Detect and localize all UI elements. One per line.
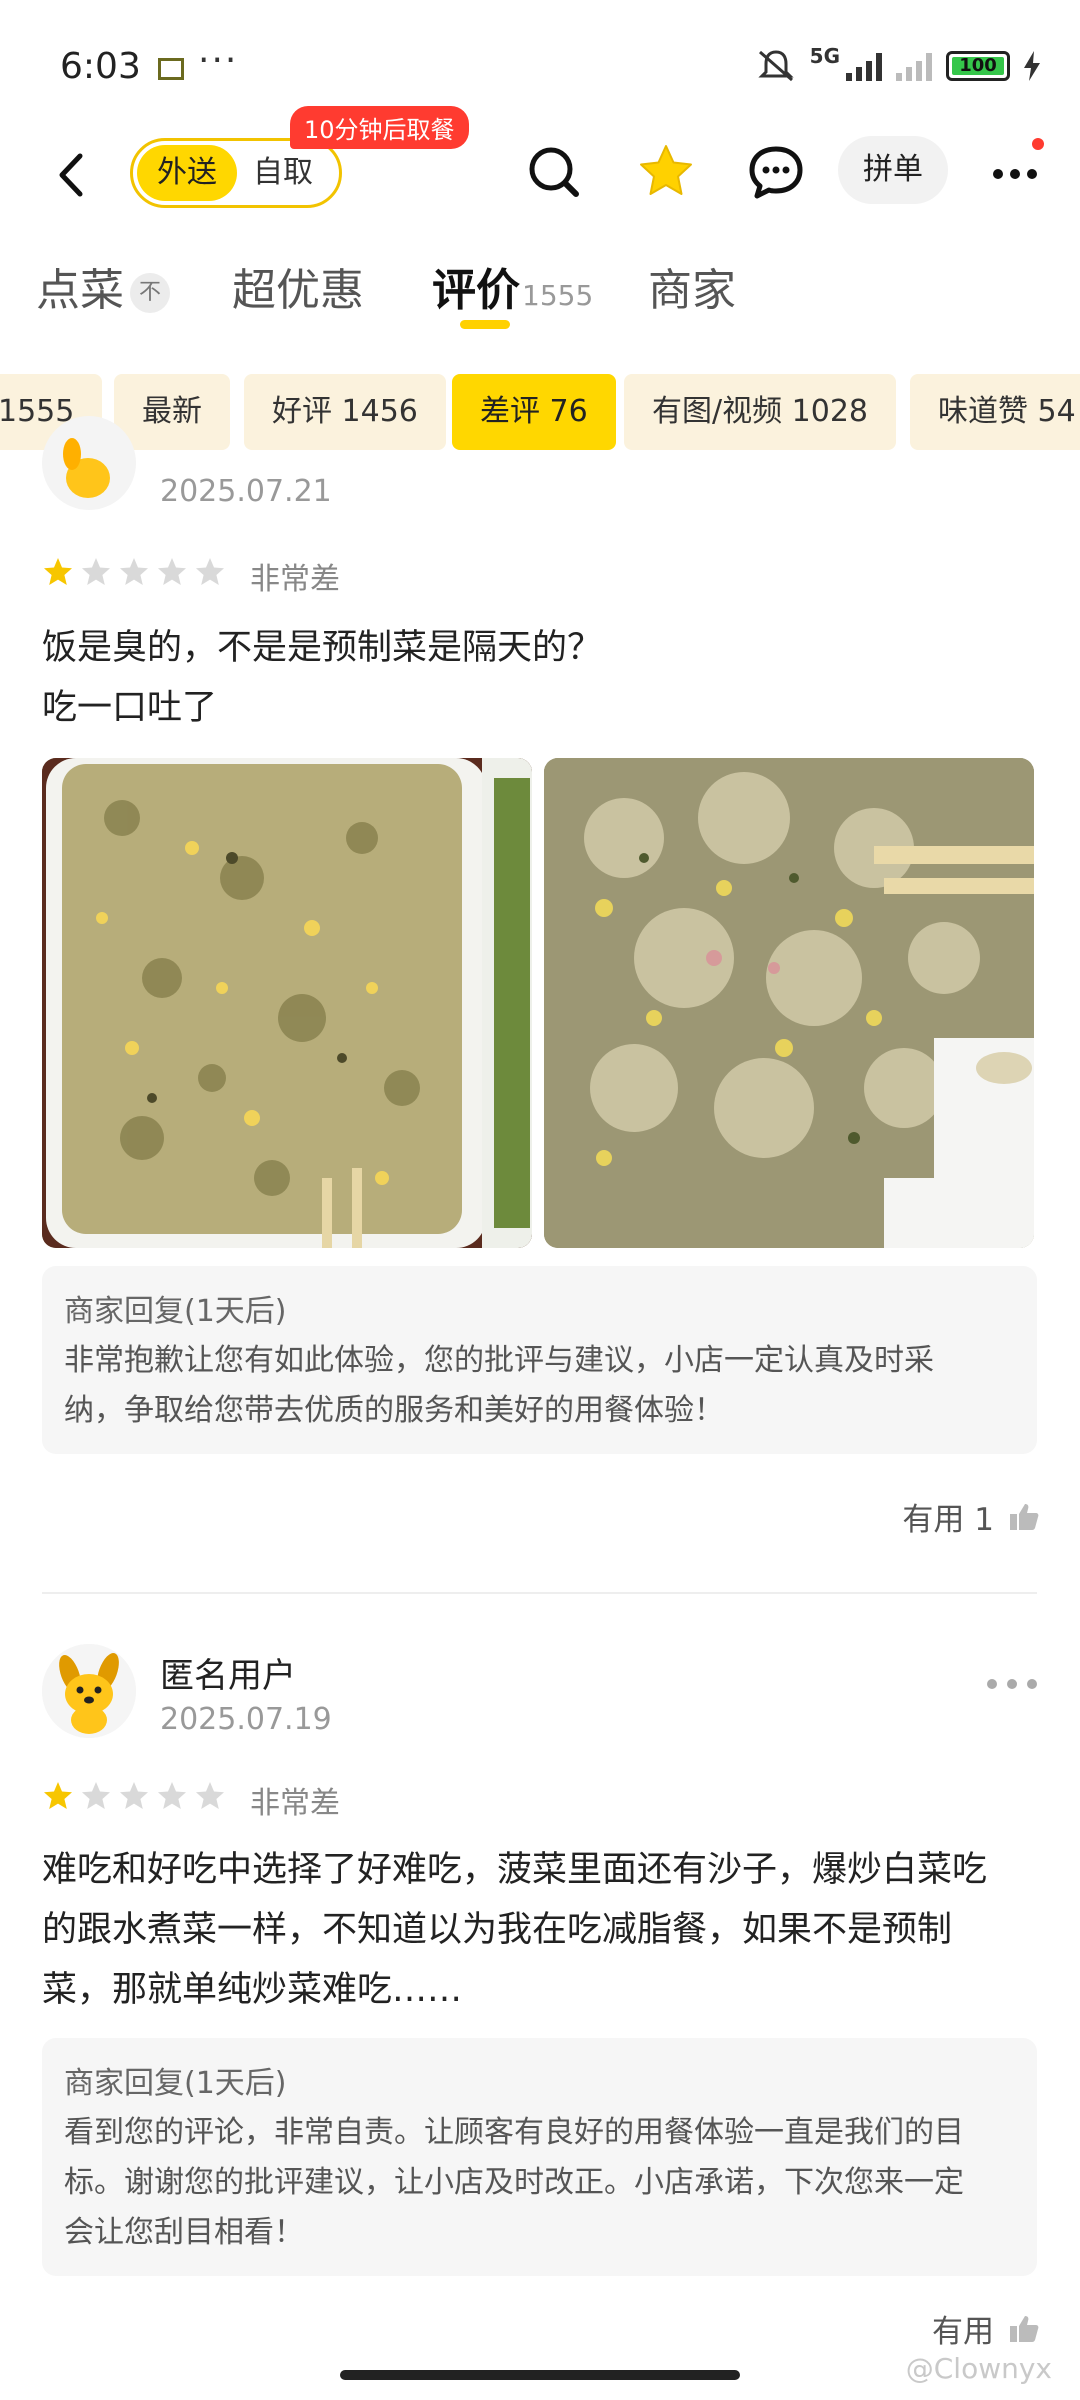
star-empty-icon — [156, 1780, 188, 1812]
avatar — [42, 416, 136, 510]
star-empty-icon — [80, 556, 112, 588]
review-text: 饭是臭的，不是是预制菜是隔天的？ 吃一口吐了 — [42, 618, 1042, 738]
status-bar: 6:03 ··· 5G 100 — [0, 0, 1080, 130]
signal-icon — [846, 51, 882, 81]
group-order-button[interactable]: 拼单 — [838, 136, 948, 204]
review-photo[interactable] — [544, 758, 1034, 1248]
review-text-line: 饭是臭的，不是是预制菜是隔天的？ — [42, 628, 603, 668]
tab-order-label: 点菜 — [36, 265, 124, 316]
chip-negative[interactable]: 差评 76 — [452, 374, 616, 450]
chip-latest[interactable]: 最新 — [114, 374, 230, 450]
active-tab-indicator — [460, 320, 510, 329]
useful-label: 有用 — [932, 2314, 994, 2350]
status-right: 5G 100 — [756, 44, 1040, 84]
home-indicator[interactable] — [340, 2370, 740, 2380]
review-text-line: 难吃和好吃中选择了好难吃，菠菜里面还有沙子，爆炒白菜吃 — [42, 1850, 988, 1890]
rating-stars — [42, 556, 226, 588]
useful-button[interactable]: 有用 — [932, 2306, 1040, 2351]
merchant-reply-title: 商家回复(1天后) — [64, 2066, 287, 2101]
delivery-option[interactable]: 外送 — [137, 145, 237, 201]
fried-rice-closeup-photo — [544, 758, 1034, 1248]
more-icon[interactable] — [990, 164, 1040, 184]
star-empty-icon — [118, 556, 150, 588]
tab-deals[interactable]: 超优惠 — [232, 254, 364, 318]
merchant-reply-line: 标。谢谢您的批评建议，让小店及时改正。小店承诺，下次您来一定 — [64, 2165, 964, 2200]
back-arrow-icon[interactable] — [48, 150, 98, 200]
tab-reviews-label: 评价 — [432, 265, 520, 316]
thumbs-up-icon — [1010, 2315, 1039, 2342]
chip-positive[interactable]: 好评 1456 — [244, 374, 446, 450]
mute-vibrate-icon — [758, 50, 794, 82]
tab-reviews-count: 1555 — [522, 279, 594, 312]
pickup-tip-badge: 10分钟后取餐 — [290, 106, 469, 149]
network-label: 5G — [809, 44, 840, 68]
merchant-reply-line: 看到您的评论，非常自责。让顾客有良好的用餐体验一直是我们的目 — [64, 2115, 964, 2150]
pickup-option[interactable]: 自取 — [253, 145, 313, 201]
star-empty-icon — [194, 556, 226, 588]
merchant-reply: 商家回复(1天后) 看到您的评论，非常自责。让顾客有良好的用餐体验一直是我们的目… — [42, 2038, 1037, 2276]
star-filled-icon — [42, 556, 74, 588]
chip-tasty[interactable]: 味道赞 54 — [910, 374, 1080, 450]
rating-label: 非常差 — [250, 562, 340, 597]
review-photo[interactable] — [42, 758, 532, 1248]
review-text-line: 菜，那就单纯炒菜难吃…… — [42, 1970, 463, 2010]
sim-icon — [158, 58, 184, 80]
dog-avatar-icon — [42, 1644, 136, 1738]
review-text: 难吃和好吃中选择了好难吃，菠菜里面还有沙子，爆炒白菜吃 的跟水煮菜一样，不知道以… — [42, 1840, 1042, 2020]
search-icon[interactable] — [522, 140, 586, 204]
merchant-reply-line: 纳，争取给您带去优质的服务和美好的用餐体验！ — [64, 1393, 724, 1428]
signal-2-icon — [896, 51, 932, 81]
status-more-dots: ··· — [198, 40, 239, 81]
battery-level: 100 — [952, 57, 1004, 75]
review-text-line: 吃一口吐了 — [42, 688, 218, 728]
review-photos — [42, 758, 1034, 1248]
merchant-reply-title: 商家回复(1天后) — [64, 1294, 287, 1329]
status-time: 6:03 — [60, 46, 141, 87]
review-divider — [42, 1592, 1037, 1594]
chip-with-media[interactable]: 有图/视频 1028 — [624, 374, 896, 450]
review-more-icon[interactable] — [984, 1676, 1040, 1692]
review-card: 匿名用户 2025.07.19 非常差 难吃和好吃中选择了好难吃，菠菜里面还有沙… — [0, 1640, 1080, 2360]
thumbs-up-icon — [1010, 1503, 1039, 1530]
useful-label: 有用 1 — [902, 1502, 994, 1538]
merchant-reply-line: 非常抱歉让您有如此体验，您的批评与建议，小店一定认真及时采 — [64, 1343, 934, 1378]
top-nav-bar: 外送 自取 10分钟后取餐 拼单 — [0, 106, 1080, 240]
star-empty-icon — [194, 1780, 226, 1812]
tab-merchant[interactable]: 商家 — [648, 254, 736, 318]
tab-deals-label: 超优惠 — [232, 265, 364, 316]
charging-icon — [1024, 51, 1040, 81]
dog-avatar-icon — [63, 438, 110, 498]
reviewer-name[interactable]: 匿名用户 — [160, 1648, 296, 1697]
review-card: 2025.07.21 非常差 饭是臭的，不是是预制菜是隔天的？ 吃一口吐了 商家… — [0, 416, 1080, 1582]
fried-rice-box-photo — [42, 758, 532, 1248]
review-text-line: 的跟水煮菜一样，不知道以为我在吃减脂餐，如果不是预制 — [42, 1910, 953, 1950]
merchant-reply: 商家回复(1天后) 非常抱歉让您有如此体验，您的批评与建议，小店一定认真及时采 … — [42, 1266, 1037, 1454]
rating-stars — [42, 1780, 226, 1812]
tab-order-collapse-badge[interactable]: 不 — [130, 273, 170, 313]
watermark: @Clownyx — [905, 2352, 1052, 2385]
tab-reviews[interactable]: 评价1555 — [432, 254, 593, 318]
favorite-star-icon[interactable] — [634, 140, 698, 204]
review-date: 2025.07.19 — [160, 1702, 332, 1737]
avatar — [42, 1644, 136, 1738]
review-date: 2025.07.21 — [160, 474, 332, 509]
star-empty-icon — [118, 1780, 150, 1812]
message-icon[interactable] — [744, 140, 808, 204]
rating-label: 非常差 — [250, 1786, 340, 1821]
star-filled-icon — [42, 1780, 74, 1812]
review-filter-chips: 1555 最新 好评 1456 差评 76 有图/视频 1028 味道赞 54 — [0, 374, 1080, 452]
notification-dot — [1032, 138, 1044, 150]
merchant-reply-line: 会让您刮目相看！ — [64, 2215, 304, 2250]
useful-button[interactable]: 有用 1 — [902, 1494, 1040, 1539]
star-empty-icon — [80, 1780, 112, 1812]
store-tabs: 点菜不 超优惠 评价1555 商家 — [0, 250, 1080, 340]
tab-merchant-label: 商家 — [648, 265, 736, 316]
battery-icon: 100 — [946, 51, 1010, 81]
star-empty-icon — [156, 556, 188, 588]
tab-order[interactable]: 点菜不 — [36, 254, 170, 318]
